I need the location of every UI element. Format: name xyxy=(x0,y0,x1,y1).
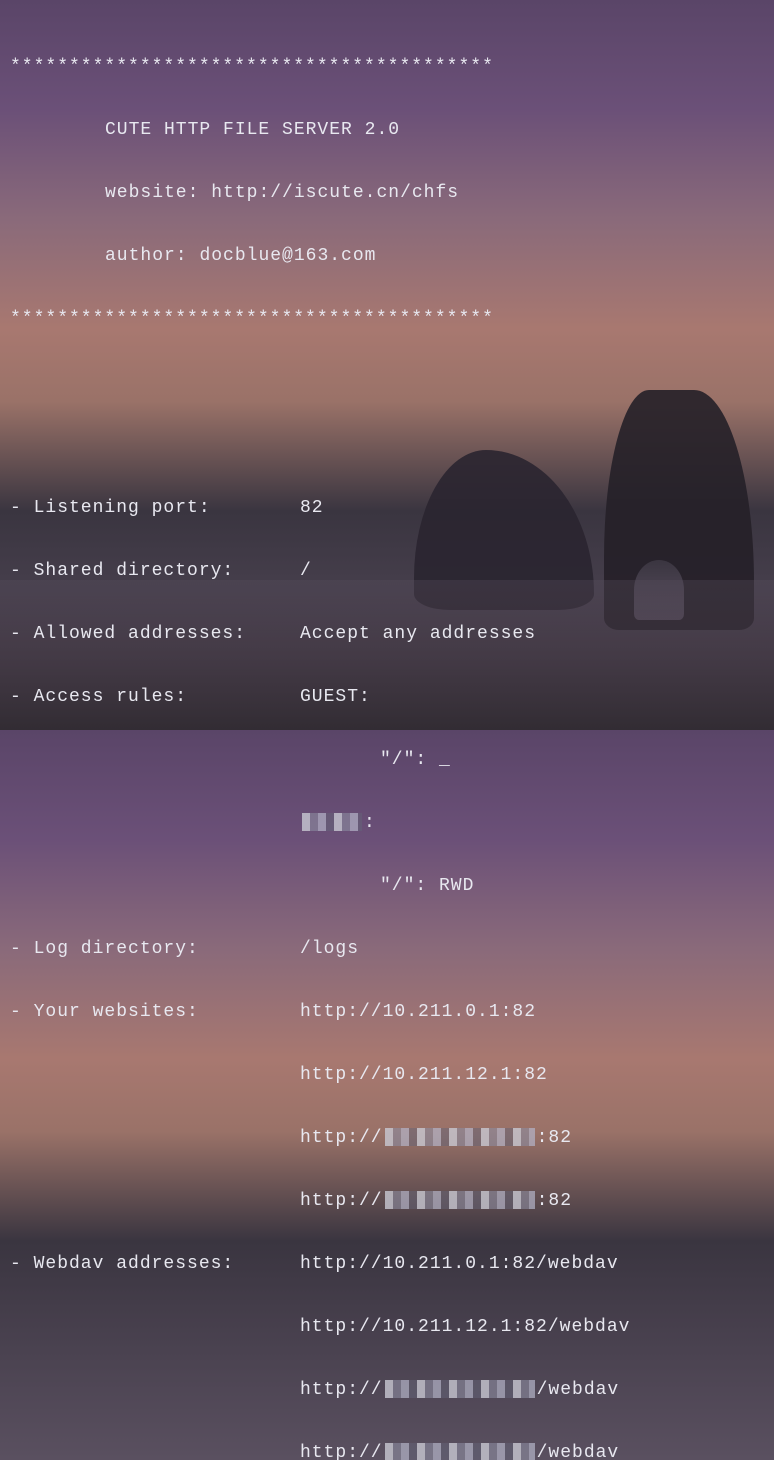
webdav-url-1: http://10.211.12.1:82/webdav xyxy=(10,1312,764,1344)
allowed-addresses-value: Accept any addresses xyxy=(300,619,764,651)
app-title: CUTE HTTP FILE SERVER 2.0 xyxy=(10,115,764,147)
redacted-ip xyxy=(385,1380,535,1398)
webdav-url-0: http://10.211.0.1:82/webdav xyxy=(300,1249,764,1281)
access-rules-guest: GUEST: xyxy=(300,682,764,714)
webdav-addresses-label: - Webdav addresses: xyxy=(10,1249,300,1281)
author-line: author: docblue@163.com xyxy=(10,241,764,273)
webdav-url-2-suffix: /webdav xyxy=(537,1380,620,1400)
redacted-username xyxy=(302,813,362,831)
website-url-0: http://10.211.0.1:82 xyxy=(300,997,764,1029)
shared-directory-value: / xyxy=(300,556,764,588)
shared-directory-label: - Shared directory: xyxy=(10,556,300,588)
access-rules-label: - Access rules: xyxy=(10,682,300,714)
listening-port-value: 82 xyxy=(300,493,764,525)
website-value: http://iscute.cn/chfs xyxy=(211,183,459,203)
your-websites-row: - Your websites:http://10.211.0.1:82 xyxy=(10,997,764,1029)
redacted-ip xyxy=(385,1443,535,1460)
author-value: docblue@163.com xyxy=(199,246,376,266)
redacted-ip xyxy=(385,1191,535,1209)
access-rules-user-row: : xyxy=(10,808,764,840)
website-url-3-prefix: http:// xyxy=(300,1191,383,1211)
webdav-addresses-row: - Webdav addresses:http://10.211.0.1:82/… xyxy=(10,1249,764,1281)
webdav-url-2-row: http:// /webdav xyxy=(10,1375,764,1407)
listening-port-label: - Listening port: xyxy=(10,493,300,525)
website-url-2-port: :82 xyxy=(537,1128,572,1148)
webdav-url-3-row: http:// /webdav xyxy=(10,1438,764,1460)
website-line: website: http://iscute.cn/chfs xyxy=(10,178,764,210)
log-directory-value: /logs xyxy=(300,934,764,966)
access-rules-guest-rule: "/": _ xyxy=(10,745,764,777)
website-url-2-prefix: http:// xyxy=(300,1128,383,1148)
listening-port-row: - Listening port:82 xyxy=(10,493,764,525)
webdav-url-2-prefix: http:// xyxy=(300,1380,383,1400)
website-url-2-row: http:// :82 xyxy=(10,1123,764,1155)
redacted-ip xyxy=(385,1128,535,1146)
log-directory-row: - Log directory:/logs xyxy=(10,934,764,966)
header-border-bottom: ****************************************… xyxy=(10,304,764,336)
allowed-addresses-row: - Allowed addresses:Accept any addresses xyxy=(10,619,764,651)
access-rules-user-rule: "/": RWD xyxy=(10,871,764,903)
your-websites-label: - Your websites: xyxy=(10,997,300,1029)
website-url-3-row: http:// :82 xyxy=(10,1186,764,1218)
website-url-1: http://10.211.12.1:82 xyxy=(10,1060,764,1092)
shared-directory-row: - Shared directory:/ xyxy=(10,556,764,588)
log-directory-label: - Log directory: xyxy=(10,934,300,966)
website-label: website: xyxy=(105,183,199,203)
webdav-url-3-suffix: /webdav xyxy=(537,1443,620,1460)
terminal-output: ****************************************… xyxy=(0,0,774,1460)
webdav-url-3-prefix: http:// xyxy=(300,1443,383,1460)
access-rules-row: - Access rules:GUEST: xyxy=(10,682,764,714)
header-border-top: ****************************************… xyxy=(10,52,764,84)
author-label: author: xyxy=(105,246,188,266)
user-colon: : xyxy=(364,813,376,833)
allowed-addresses-label: - Allowed addresses: xyxy=(10,619,300,651)
website-url-3-port: :82 xyxy=(537,1191,572,1211)
